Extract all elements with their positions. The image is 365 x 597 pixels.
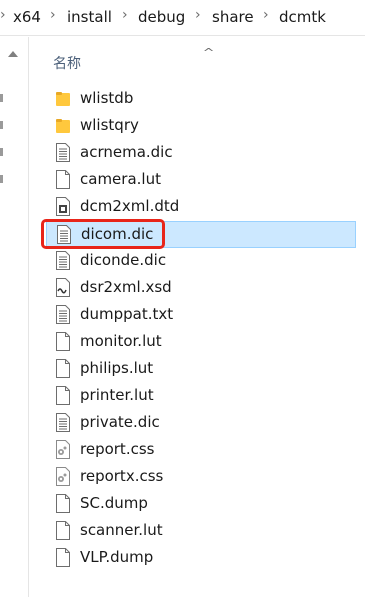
nav-pane-marker (0, 148, 3, 156)
text-file-icon (56, 305, 70, 324)
file-name: wlistdb (80, 89, 134, 107)
chevron-right-icon[interactable]: › (263, 7, 269, 23)
file-row[interactable]: wlistqry (46, 113, 356, 140)
chevron-right-icon[interactable]: › (195, 7, 201, 23)
scroll-up-arrow-icon[interactable] (8, 51, 18, 57)
file-row[interactable]: report.css (46, 437, 356, 464)
css-file-icon (56, 467, 70, 486)
xsd-file-icon (56, 278, 70, 297)
blank-file-icon (56, 386, 70, 405)
file-row[interactable]: philips.lut (46, 356, 356, 383)
navigation-pane[interactable] (0, 37, 22, 597)
file-name: philips.lut (80, 359, 154, 377)
nav-pane-marker (0, 121, 3, 129)
dtd-file-icon (56, 197, 70, 216)
file-row[interactable]: dumppat.txt (46, 302, 356, 329)
file-name: diconde.dic (80, 251, 167, 269)
blank-file-icon (56, 332, 70, 351)
file-name: wlistqry (80, 116, 139, 134)
text-file-icon (56, 413, 70, 432)
pane-divider[interactable] (28, 37, 29, 597)
file-row[interactable]: reportx.css (46, 464, 356, 491)
file-row[interactable]: acrnema.dic (46, 140, 356, 167)
text-file-icon (56, 251, 70, 270)
column-header-name[interactable]: 名称 (53, 53, 81, 73)
nav-pane-marker (0, 175, 3, 183)
file-row[interactable]: VLP.dump (46, 545, 356, 572)
nav-pane-marker (0, 94, 3, 102)
sort-ascending-icon[interactable]: ^ (203, 46, 215, 59)
blank-file-icon (56, 548, 70, 567)
file-row[interactable]: printer.lut (46, 383, 356, 410)
address-bar[interactable]: › x64 › install › debug › share › dcmtk (0, 0, 365, 36)
text-file-icon (56, 143, 70, 162)
text-file-icon (57, 225, 71, 244)
file-row[interactable]: private.dic (46, 410, 356, 437)
file-name: dicom.dic (81, 225, 154, 243)
file-row[interactable]: monitor.lut (46, 329, 356, 356)
file-row[interactable]: dsr2xml.xsd (46, 275, 356, 302)
chevron-right-icon[interactable]: › (0, 7, 6, 23)
file-name: acrnema.dic (80, 143, 173, 161)
file-list: wlistdb wlistqry acrnema.dic camera.lut dcm2… (46, 86, 356, 572)
blank-file-icon (56, 170, 70, 189)
file-row[interactable]: dcm2xml.dtd (46, 194, 356, 221)
file-name: scanner.lut (80, 521, 163, 539)
breadcrumb-item-x64[interactable]: x64 (13, 8, 41, 26)
file-name: dcm2xml.dtd (80, 197, 180, 215)
file-name: report.css (80, 440, 155, 458)
file-row[interactable]: dicom.dic (46, 221, 356, 248)
file-name: dumppat.txt (80, 305, 174, 323)
file-name: SC.dump (80, 494, 148, 512)
file-row[interactable]: diconde.dic (46, 248, 356, 275)
file-name: private.dic (80, 413, 160, 431)
file-name: monitor.lut (80, 332, 162, 350)
file-name: VLP.dump (80, 548, 154, 566)
folder-icon (56, 116, 70, 135)
blank-file-icon (56, 494, 70, 513)
file-row[interactable]: scanner.lut (46, 518, 356, 545)
chevron-right-icon[interactable]: › (50, 7, 56, 23)
file-name: camera.lut (80, 170, 161, 188)
file-name: reportx.css (80, 467, 164, 485)
folder-icon (56, 89, 70, 108)
file-name: dsr2xml.xsd (80, 278, 172, 296)
file-row[interactable]: camera.lut (46, 167, 356, 194)
css-file-icon (56, 440, 70, 459)
breadcrumb-item-debug[interactable]: debug (138, 8, 185, 26)
blank-file-icon (56, 359, 70, 378)
chevron-right-icon[interactable]: › (122, 7, 128, 23)
file-name: printer.lut (80, 386, 154, 404)
blank-file-icon (56, 521, 70, 540)
file-row[interactable]: wlistdb (46, 86, 356, 113)
breadcrumb-item-dcmtk[interactable]: dcmtk (279, 8, 326, 26)
file-row[interactable]: SC.dump (46, 491, 356, 518)
breadcrumb-item-share[interactable]: share (212, 8, 254, 26)
breadcrumb-item-install[interactable]: install (67, 8, 112, 26)
